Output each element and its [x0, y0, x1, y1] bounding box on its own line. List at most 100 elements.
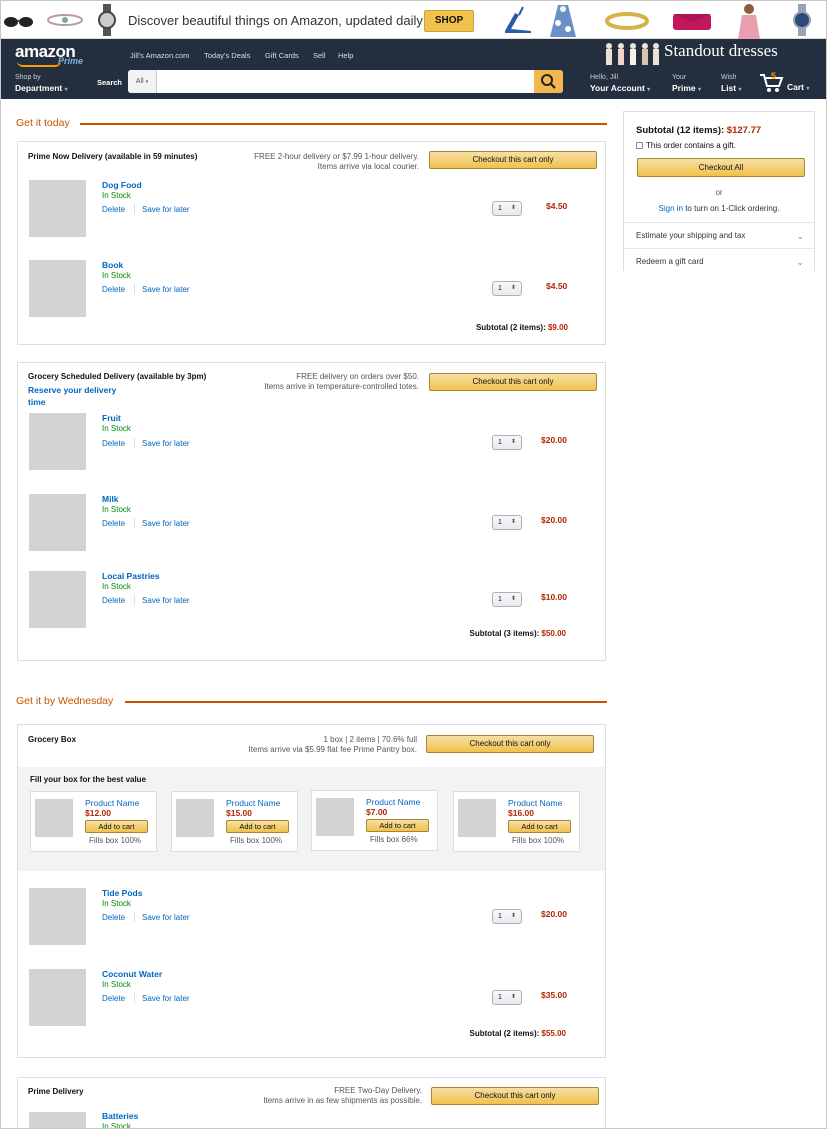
- save-for-later-link[interactable]: Save for later: [142, 913, 190, 922]
- save-for-later-link[interactable]: Save for later: [142, 994, 190, 1003]
- stock-status: In Stock: [102, 582, 131, 591]
- product-name-link[interactable]: Dog Food: [102, 180, 142, 190]
- cart-subtotal: Subtotal (2 items): $55.00: [469, 1029, 566, 1038]
- cart-title: Grocery Box: [28, 735, 77, 744]
- delete-link[interactable]: Delete: [102, 439, 125, 448]
- shop-button[interactable]: SHOP: [424, 10, 474, 32]
- reserve-delivery-link-cont[interactable]: time: [28, 397, 45, 407]
- quantity-dropdown[interactable]: 1 ⬍: [492, 281, 522, 296]
- nav-link-my-amazon[interactable]: Jill's Amazon.com: [130, 51, 189, 60]
- product-name-link[interactable]: Tide Pods: [102, 888, 142, 898]
- delete-link[interactable]: Delete: [102, 285, 125, 294]
- product-image[interactable]: [29, 260, 86, 317]
- suggestion-card: Product Name $16.00 Add to cart Fills bo…: [453, 791, 580, 852]
- checkout-cart-button[interactable]: Checkout this cart only: [429, 151, 597, 169]
- delete-link[interactable]: Delete: [102, 913, 125, 922]
- add-to-cart-button[interactable]: Add to cart: [85, 820, 148, 833]
- grocery-scheduled-cart: Grocery Scheduled Delivery (available by…: [17, 362, 606, 661]
- delete-link[interactable]: Delete: [102, 596, 125, 605]
- save-for-later-link[interactable]: Save for later: [142, 205, 190, 214]
- product-image[interactable]: [316, 798, 354, 836]
- gold-bracelet-image: [605, 12, 649, 30]
- sign-in-link[interactable]: Sign in: [659, 204, 683, 213]
- product-name-link[interactable]: Product Name: [508, 798, 562, 808]
- product-image[interactable]: [29, 888, 86, 945]
- save-for-later-link[interactable]: Save for later: [142, 439, 190, 448]
- your-prime-menu[interactable]: Prime ▾: [672, 83, 701, 93]
- product-name-link[interactable]: Local Pastries: [102, 571, 160, 581]
- product-name-link[interactable]: Product Name: [85, 798, 139, 808]
- section-title-today: Get it today: [16, 117, 70, 129]
- save-for-later-link[interactable]: Save for later: [142, 285, 190, 294]
- fill-box-title: Fill your box for the best value: [30, 775, 147, 784]
- shoe-image: [505, 6, 531, 33]
- product-image[interactable]: [458, 799, 496, 837]
- your-account-menu[interactable]: Your Account ▾: [590, 83, 650, 93]
- link-separator: [134, 993, 135, 1003]
- delete-link[interactable]: Delete: [102, 205, 125, 214]
- nav-link-help[interactable]: Help: [338, 51, 353, 60]
- add-to-cart-button[interactable]: Add to cart: [226, 820, 289, 833]
- quantity-dropdown[interactable]: 1 ⬍: [492, 909, 522, 924]
- quantity-dropdown[interactable]: 1 ⬍: [492, 515, 522, 530]
- checkout-cart-button[interactable]: Checkout this cart only: [426, 735, 594, 753]
- product-image[interactable]: [29, 969, 86, 1026]
- shop-by-small: Shop by: [15, 74, 41, 81]
- link-separator: [134, 284, 135, 294]
- save-for-later-link[interactable]: Save for later: [142, 519, 190, 528]
- search-input[interactable]: All ▾: [128, 70, 563, 93]
- nav-link-todays-deals[interactable]: Today's Deals: [204, 51, 250, 60]
- product-name-link[interactable]: Batteries: [102, 1111, 138, 1121]
- wish-list-menu[interactable]: List ▾: [721, 83, 742, 93]
- checkout-all-button[interactable]: Checkout All: [637, 158, 805, 177]
- product-name-link[interactable]: Fruit: [102, 413, 121, 423]
- checkout-cart-button[interactable]: Checkout this cart only: [429, 373, 597, 391]
- search-button[interactable]: [534, 70, 563, 93]
- search-scope-dropdown[interactable]: All ▾: [128, 70, 157, 93]
- product-image[interactable]: [29, 1112, 86, 1128]
- add-to-cart-button[interactable]: Add to cart: [508, 820, 571, 833]
- delete-link[interactable]: Delete: [102, 519, 125, 528]
- redeem-gift-card-expander[interactable]: Redeem a gift card ⌄: [624, 248, 814, 274]
- delete-link[interactable]: Delete: [102, 994, 125, 1003]
- product-name-link[interactable]: Coconut Water: [102, 969, 162, 979]
- quantity-dropdown[interactable]: 1 ⬍: [492, 592, 522, 607]
- item-price: $20.00: [541, 909, 567, 919]
- gift-checkbox[interactable]: [636, 142, 643, 149]
- promo-banner[interactable]: Discover beautiful things on Amazon, upd…: [1, 1, 826, 39]
- quantity-dropdown[interactable]: 1 ⬍: [492, 990, 522, 1005]
- smile-logo-icon: [17, 61, 61, 67]
- checkout-cart-button[interactable]: Checkout this cart only: [431, 1087, 599, 1105]
- reserve-delivery-link[interactable]: Reserve your delivery: [28, 385, 116, 395]
- checkout-sidebar: Subtotal (12 items): $127.77 This order …: [623, 111, 815, 274]
- standout-dresses-promo[interactable]: Standout dresses: [664, 41, 778, 61]
- link-separator: [134, 518, 135, 528]
- save-for-later-link[interactable]: Save for later: [142, 596, 190, 605]
- item-price: $4.50: [546, 201, 568, 211]
- nav-bar: amazon Prime Jill's Amazon.com Today's D…: [1, 39, 826, 99]
- product-image[interactable]: [29, 180, 86, 237]
- product-image[interactable]: [29, 571, 86, 628]
- add-to-cart-button[interactable]: Add to cart: [366, 819, 429, 832]
- nav-link-gift-cards[interactable]: Gift Cards: [265, 51, 299, 60]
- cart-title: Prime Delivery: [28, 1087, 84, 1096]
- product-image[interactable]: [29, 494, 86, 551]
- cart-link[interactable]: Cart ▾: [787, 82, 809, 92]
- product-name-link[interactable]: Book: [102, 260, 123, 270]
- nav-link-sell[interactable]: Sell: [313, 51, 326, 60]
- estimate-shipping-expander[interactable]: Estimate your shipping and tax ⌄: [624, 222, 814, 248]
- product-image[interactable]: [176, 799, 214, 837]
- product-name-link[interactable]: Milk: [102, 494, 119, 504]
- link-separator: [134, 595, 135, 605]
- link-separator: [134, 912, 135, 922]
- product-image[interactable]: [35, 799, 73, 837]
- quantity-dropdown[interactable]: 1 ⬍: [492, 435, 522, 450]
- quantity-dropdown[interactable]: 1 ⬍: [492, 201, 522, 216]
- shop-by-department[interactable]: Department ▾: [15, 83, 68, 93]
- product-image[interactable]: [29, 413, 86, 470]
- gift-option[interactable]: This order contains a gift.: [636, 141, 736, 150]
- delivery-note: 1 box | 2 items | 70.6% full Items arrive…: [248, 735, 417, 754]
- fills-box-text: Fills box 100%: [230, 836, 283, 845]
- product-name-link[interactable]: Product Name: [226, 798, 280, 808]
- product-name-link[interactable]: Product Name: [366, 797, 420, 807]
